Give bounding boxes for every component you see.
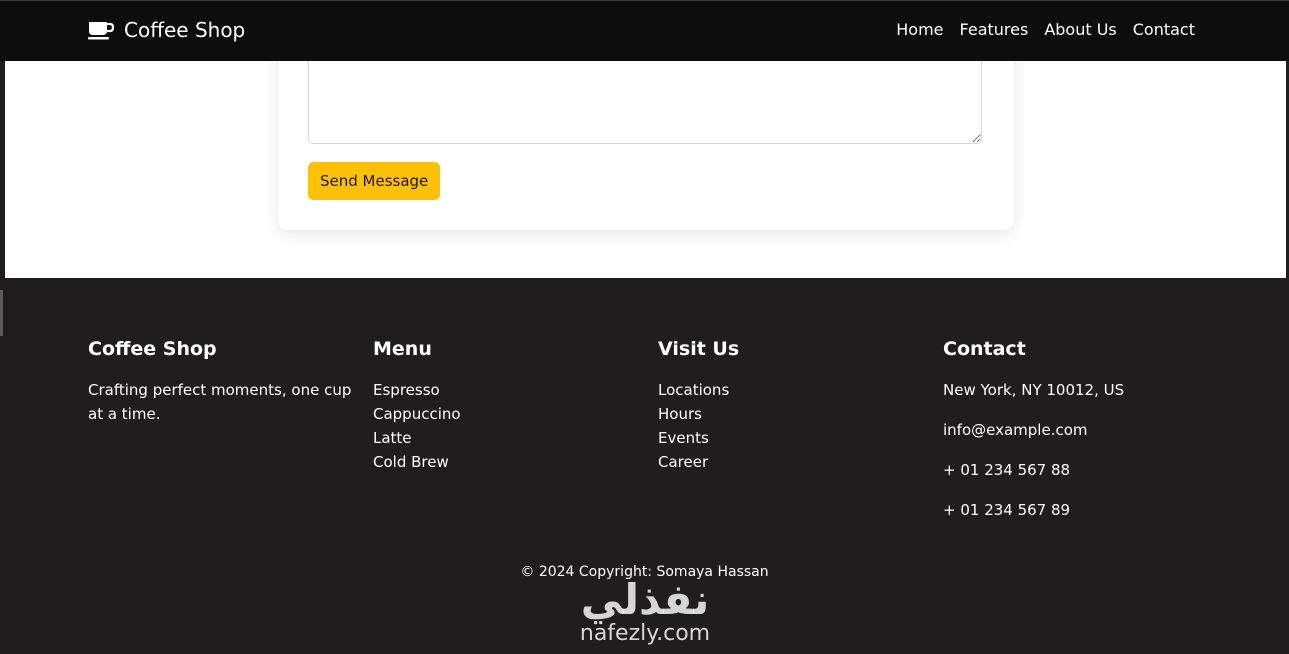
footer-contact-title: Contact <box>943 338 1026 360</box>
menu-link-espresso[interactable]: Espresso <box>373 381 440 399</box>
list-item: Cappuccino <box>373 402 643 426</box>
list-item: Events <box>658 426 928 450</box>
footer-visit-title: Visit Us <box>658 338 740 360</box>
list-item: Latte <box>373 426 643 450</box>
footer-menu: Menu Espresso Cappuccino Latte Cold Brew <box>373 338 643 474</box>
visit-link-career[interactable]: Career <box>658 453 708 471</box>
footer-about: Coffee Shop Crafting perfect moments, on… <box>88 338 358 426</box>
visit-link-locations[interactable]: Locations <box>658 381 729 399</box>
watermark-logo: نفذلي nafezly.com <box>560 578 730 646</box>
contact-address: New York, NY 10012, US <box>943 381 1125 399</box>
nav-link-contact[interactable]: Contact <box>1133 20 1195 39</box>
menu-link-cappuccino[interactable]: Cappuccino <box>373 405 461 423</box>
menu-link-latte[interactable]: Latte <box>373 429 412 447</box>
list-item: Career <box>658 450 928 474</box>
footer-menu-title: Menu <box>373 338 432 360</box>
list-item: Cold Brew <box>373 450 643 474</box>
contact-email: info@example.com <box>943 421 1088 439</box>
nav-link-features[interactable]: Features <box>960 20 1029 39</box>
coffee-cup-icon <box>88 20 114 40</box>
footer-about-title: Coffee Shop <box>88 338 217 360</box>
nav-link-home[interactable]: Home <box>896 20 943 39</box>
nav-links: Home Features About Us Contact <box>896 20 1195 39</box>
footer-visit: Visit Us Locations Hours Events Career <box>658 338 928 474</box>
navbar: Coffee Shop Home Features About Us Conta… <box>0 0 1289 61</box>
nav-link-about-us[interactable]: About Us <box>1044 20 1116 39</box>
brand-link[interactable]: Coffee Shop <box>88 18 245 42</box>
scroll-edge <box>0 290 3 336</box>
watermark-latin: nafezly.com <box>579 621 711 646</box>
contact-phone-1: + 01 234 567 88 <box>943 461 1071 479</box>
page: Send Message Coffee Shop Home Features A… <box>0 0 1289 654</box>
send-message-button[interactable]: Send Message <box>308 162 441 200</box>
visit-link-events[interactable]: Events <box>658 429 709 447</box>
list-item: Hours <box>658 402 928 426</box>
footer-tagline: Crafting perfect moments, one cup at a t… <box>88 381 352 423</box>
menu-link-cold-brew[interactable]: Cold Brew <box>373 453 449 471</box>
list-item: Espresso <box>373 378 643 402</box>
list-item: Locations <box>658 378 928 402</box>
watermark-arabic: نفذلي <box>580 575 711 624</box>
brand-name: Coffee Shop <box>124 18 246 42</box>
footer-menu-list: Espresso Cappuccino Latte Cold Brew <box>373 378 643 474</box>
contact-phone-2: + 01 234 567 89 <box>943 501 1071 519</box>
visit-link-hours[interactable]: Hours <box>658 405 702 423</box>
footer-contact: Contact New York, NY 10012, US info@exam… <box>943 338 1213 538</box>
footer-visit-list: Locations Hours Events Career <box>658 378 928 474</box>
